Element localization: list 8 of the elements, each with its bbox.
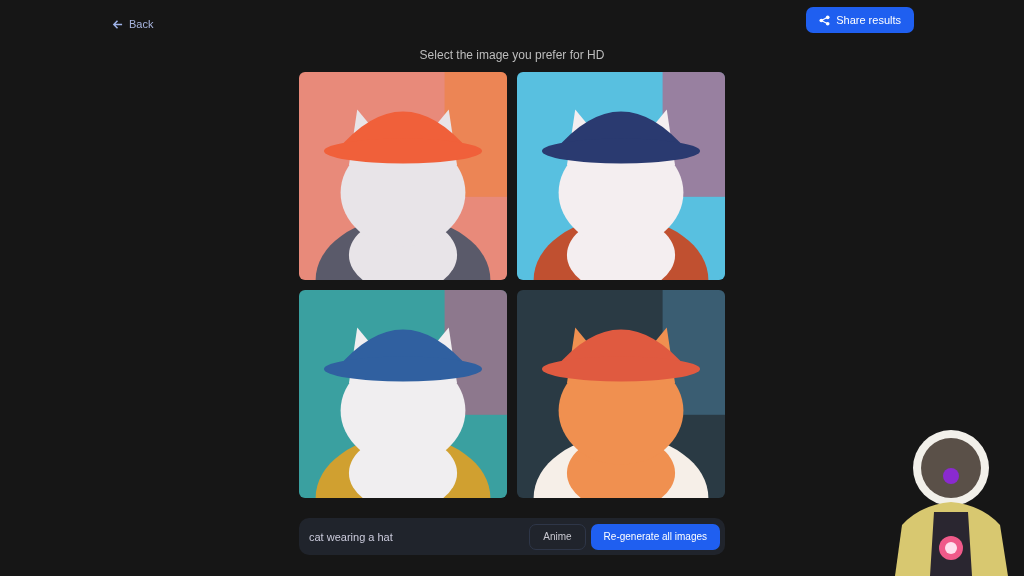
heading: Select the image you prefer for HD <box>419 48 605 64</box>
back-link[interactable]: Back <box>112 18 154 30</box>
arrow-left-icon <box>112 18 123 30</box>
style-button[interactable]: Anime <box>529 523 586 550</box>
prompt-field[interactable]: cat wearing a hat <box>309 530 525 543</box>
share-button[interactable]: Share results <box>806 7 914 33</box>
regenerate-button[interactable]: Re-generate all images <box>590 523 720 550</box>
share-icon <box>819 14 831 26</box>
